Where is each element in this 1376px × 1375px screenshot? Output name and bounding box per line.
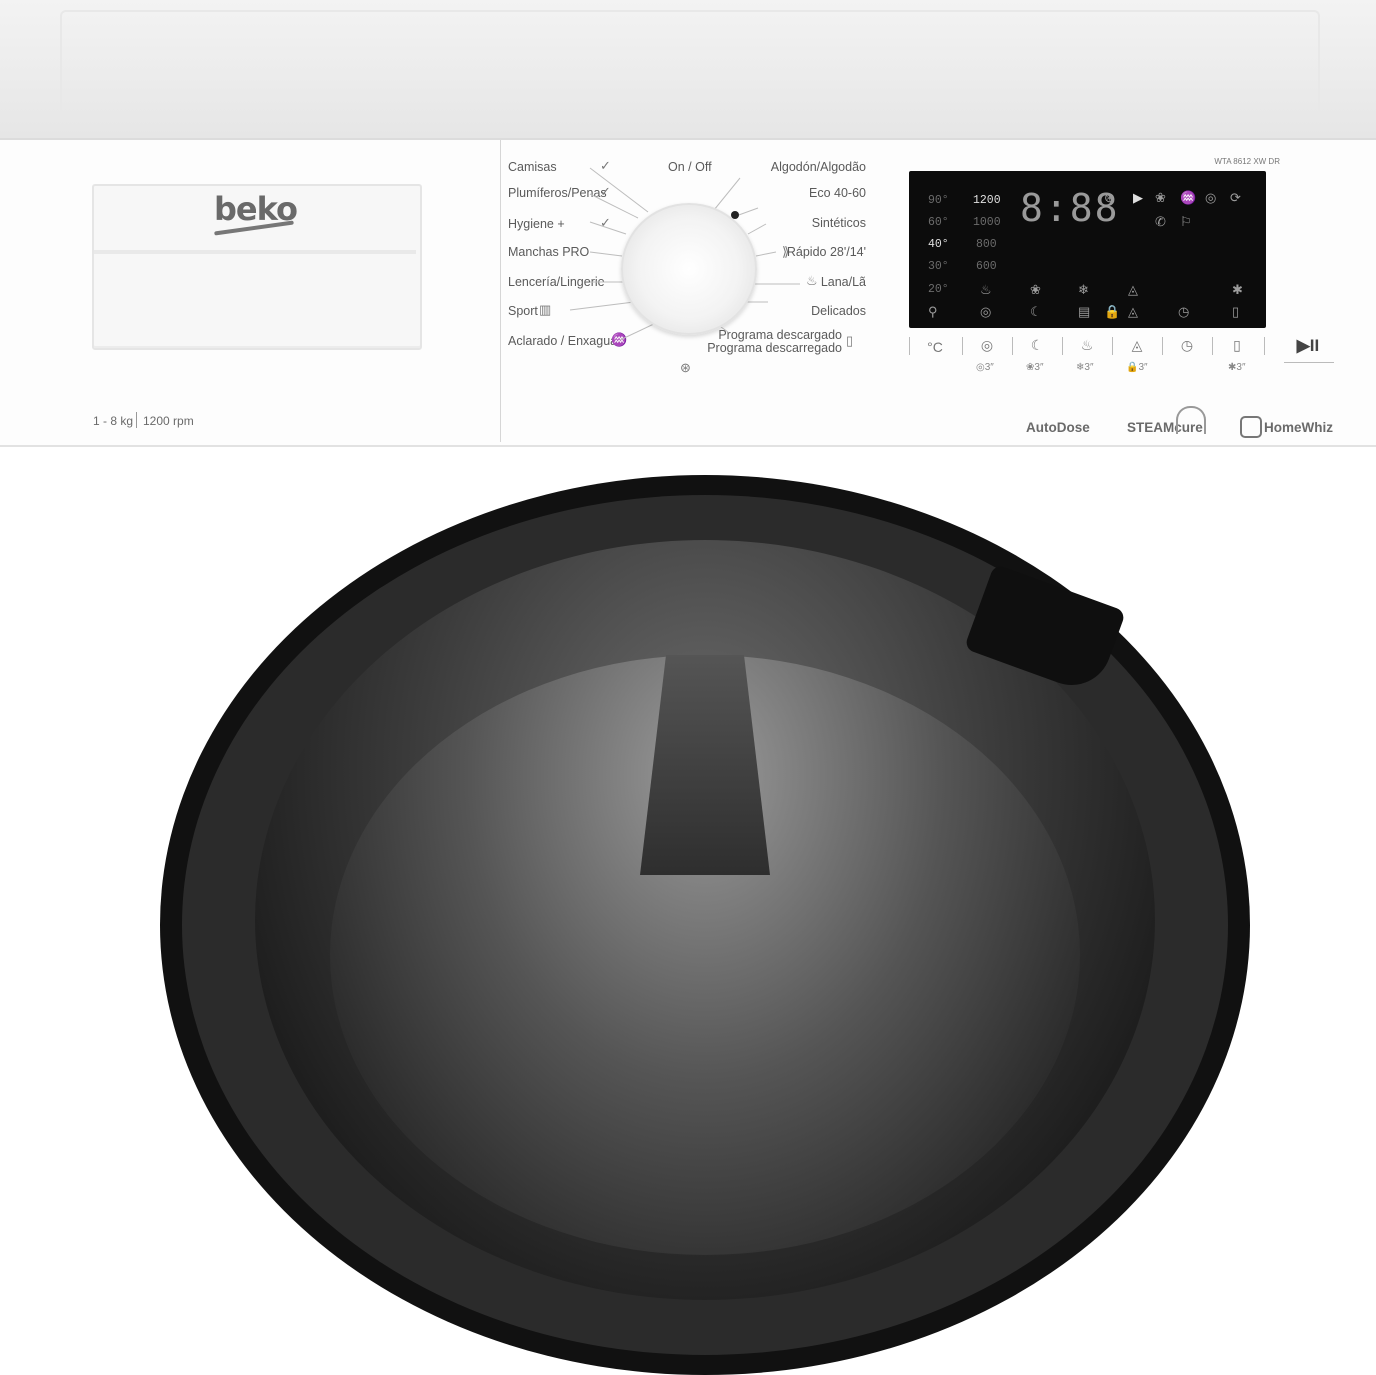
- capacity-divider: [136, 412, 137, 428]
- homewhiz-logo: HomeWhiz: [1264, 420, 1333, 435]
- quick-icon: ⟫: [782, 244, 790, 259]
- button-separator: [1012, 337, 1013, 355]
- temp-90: 90°: [928, 194, 949, 207]
- freeze-icon: ❄: [1078, 282, 1089, 297]
- remote-display-icon: ✆: [1155, 214, 1166, 229]
- timer-display-icon: ◷: [1178, 304, 1190, 319]
- button-separator: [1112, 337, 1113, 355]
- child-lock-display-icon: ⊛: [1104, 190, 1115, 205]
- prewash-icon: ❀: [1155, 190, 1166, 205]
- capacity-load: 1 - 8 kg: [93, 414, 134, 428]
- steam-button[interactable]: ◬: [1122, 337, 1152, 354]
- autodose-logo: AutoDose: [1026, 420, 1090, 435]
- phone-download-icon: ▯: [846, 333, 854, 348]
- play-indicator-icon: ▶: [1133, 190, 1143, 205]
- model-number: WTA 8612 XW DR: [1214, 157, 1280, 166]
- autodose-button[interactable]: ♨: [1072, 337, 1102, 354]
- button-separator: [909, 337, 910, 355]
- speed-1000: 1000: [973, 216, 1001, 229]
- program-sinteticos[interactable]: Sintéticos: [706, 216, 866, 230]
- homewhiz-icon: [1240, 416, 1262, 438]
- temp-30: 30°: [928, 260, 949, 273]
- capacity-spin: 1200 rpm: [143, 414, 194, 428]
- rinse-display-icon: ◎: [1205, 190, 1217, 205]
- stain-icon: ◬: [1128, 304, 1138, 319]
- spin-level-icon: ◎: [980, 304, 992, 319]
- button-separator: [1062, 337, 1063, 355]
- drawer-handle[interactable]: [94, 250, 416, 254]
- speed-600: 600: [976, 260, 997, 273]
- button-separator: [1212, 337, 1213, 355]
- spin-display-icon: ⟳: [1230, 190, 1241, 205]
- temp-40: 40°: [928, 238, 949, 251]
- remote-sub-icon: ✱3″: [1228, 362, 1246, 373]
- button-separator: [1264, 337, 1265, 355]
- program-algodon[interactable]: Algodón/Algodão: [706, 160, 866, 174]
- steam-display-icon: ♨: [980, 282, 992, 297]
- bluetooth-display-icon: ✱: [1232, 282, 1243, 297]
- dry-icon: ⚐: [1180, 214, 1192, 229]
- start-pause-button[interactable]: ▶II: [1288, 336, 1328, 356]
- night-display-icon: ☾: [1030, 304, 1042, 319]
- remote-button[interactable]: ▯: [1222, 337, 1252, 354]
- start-pause-underline: [1284, 362, 1334, 363]
- temp-60: 60°: [928, 216, 949, 229]
- program-eco[interactable]: Eco 40-60: [706, 186, 866, 200]
- steam-arc-icon: [1176, 406, 1206, 434]
- program-descarregado[interactable]: Programa descarregado: [680, 341, 842, 355]
- timer-button[interactable]: ◷: [1172, 337, 1202, 354]
- spin-button[interactable]: ◎: [972, 337, 1002, 354]
- steam-sub-icon: 🔒3″: [1126, 362, 1148, 373]
- lock-display-icon: 🔒: [1104, 304, 1121, 319]
- detergent-level-icon: ▤: [1078, 304, 1091, 319]
- speed-1200: 1200: [973, 194, 1001, 207]
- spin-sub-icon: ◎3″: [976, 362, 994, 373]
- program-descargado[interactable]: Programa descargado: [680, 328, 842, 342]
- wool-icon: ♨: [806, 273, 818, 288]
- program-lana[interactable]: Lana/Lã: [706, 275, 866, 289]
- night-sub-icon: ❀3″: [1026, 362, 1044, 373]
- button-separator: [962, 337, 963, 355]
- anti-crease-icon: ❀: [1030, 282, 1041, 297]
- speed-800: 800: [976, 238, 997, 251]
- temperature-button[interactable]: °C: [920, 339, 950, 355]
- autodose-sub-icon: ❄3″: [1076, 362, 1094, 373]
- night-mode-button[interactable]: ☾: [1022, 337, 1052, 354]
- lid-edge: [60, 10, 1320, 120]
- temp-20: 20°: [928, 283, 949, 296]
- on-off-label: On / Off: [668, 160, 712, 174]
- wash-icon: ♒: [1180, 190, 1197, 205]
- tap-icon: ⚲: [928, 304, 938, 319]
- program-delicados[interactable]: Delicados: [706, 304, 866, 318]
- steamcure-display-icon: ◬: [1128, 282, 1138, 297]
- button-separator: [1162, 337, 1163, 355]
- phone-display-icon: ▯: [1232, 304, 1240, 319]
